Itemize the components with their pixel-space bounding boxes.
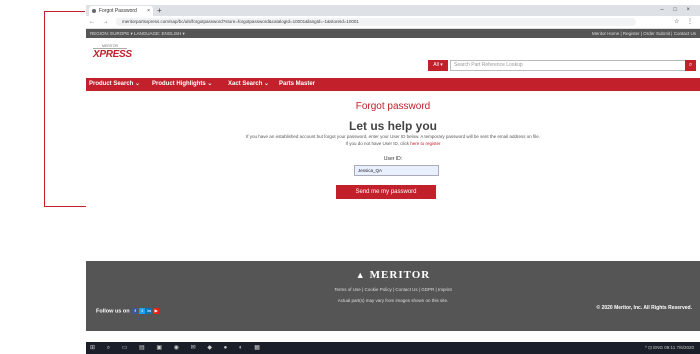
main-nav: Product Search ⌄ Product Highlights ⌄ Xa… [86, 78, 700, 91]
forgot-password-panel: Forgot password Let us help you If you h… [86, 91, 700, 230]
nav-product-highlights[interactable]: Product Highlights ⌄ [152, 78, 212, 91]
top-links[interactable]: Meritor Home | Register | Order Submit |… [592, 29, 696, 38]
youtube-icon[interactable]: ▶ [153, 308, 160, 314]
footer-brand: ▲ MERITOR [86, 269, 700, 281]
window-controls[interactable]: – □ × [660, 5, 694, 16]
search-category-select[interactable]: All ▾ [428, 60, 448, 71]
copyright: © 2020 Meritor, Inc. All Rights Reserved… [596, 305, 692, 311]
logo-main-text: XPRESS [93, 49, 132, 60]
register-hint-text: If you do not have User ID, click [345, 141, 411, 146]
facebook-icon[interactable]: f [132, 308, 139, 314]
search-input[interactable]: Search Part Reference Lookup [450, 60, 688, 71]
linkedin-icon[interactable]: in [146, 308, 153, 314]
new-tab-button[interactable]: + [157, 5, 162, 16]
favicon-icon [92, 9, 96, 13]
browser-tab[interactable]: Forgot Password × [89, 6, 153, 16]
search-bar: All ▾ Search Part Reference Lookup ⌕ [428, 60, 696, 71]
twitter-icon[interactable]: t [139, 308, 146, 314]
footer-links[interactable]: Terms of Use | Cookie Policy | Contact U… [86, 287, 700, 292]
userid-field[interactable]: Jessica_QA [354, 165, 439, 176]
follow-us-text: Follow us on [96, 308, 130, 315]
register-hint: If you do not have User ID, click here t… [86, 141, 700, 146]
region-language-selector[interactable]: REGION: EUROPE ▾ LANGUAGE: ENGLISH ▾ [90, 29, 185, 38]
browser-menu-icons[interactable]: ☆ ⋮ [674, 16, 696, 28]
callout-line-top [44, 11, 85, 12]
callout-line-vertical [44, 11, 45, 207]
send-password-button[interactable]: Send me my password [336, 185, 436, 199]
site-logo[interactable]: MERITOR XPRESS [93, 44, 132, 60]
footer-disclaimer: Actual part(s) may vary from images show… [337, 298, 449, 303]
search-icon[interactable]: ⌕ [685, 60, 696, 71]
browser-titlebar: Forgot Password × + – □ × [86, 5, 700, 16]
os-taskbar: ⊞ ⌕ ▭ ▤ ▣ ◉ ✉ ◆ ● ◐ ▦ ^ ⊡ ENG 09:11 7/6/… [86, 342, 700, 354]
follow-us: Follow us on f t in ▶ [96, 308, 160, 315]
site-footer: ▲ MERITOR Terms of Use | Cookie Policy | … [86, 261, 700, 331]
bull-logo-icon: ▲ [355, 270, 366, 280]
tab-title: Forgot Password [99, 8, 137, 14]
system-tray[interactable]: ^ ⊡ ENG 09:11 7/6/2020 [645, 342, 694, 354]
site-top-strip: REGION: EUROPE ▾ LANGUAGE: ENGLISH ▾ Mer… [86, 29, 700, 38]
page-subtitle: Let us help you [348, 119, 437, 133]
footer-brand-text: MERITOR [369, 269, 431, 281]
url-field[interactable]: meritorpartsxpress.com/sap/bc/ui5/forgot… [116, 18, 636, 26]
nav-xact-search[interactable]: Xact Search ⌄ [228, 78, 269, 91]
site-header: MERITOR XPRESS All ▾ Search Part Referen… [86, 38, 700, 78]
instructions-text: If you have an established account but f… [246, 134, 540, 139]
nav-parts-master[interactable]: Parts Master [279, 78, 315, 91]
register-link[interactable]: here to register [410, 141, 440, 146]
taskbar-app-icons[interactable]: ⊞ ⌕ ▭ ▤ ▣ ◉ ✉ ◆ ● ◐ ▦ [90, 342, 265, 354]
close-tab-icon[interactable]: × [147, 6, 150, 16]
nav-product-search[interactable]: Product Search ⌄ [89, 78, 140, 91]
page-title: Forgot password [355, 101, 431, 112]
address-bar: ← → C ⌂ meritorpartsxpress.com/sap/bc/ui… [86, 16, 700, 29]
browser-window: Forgot Password × + – □ × ← → C ⌂ merito… [86, 5, 700, 342]
userid-label: User ID: [383, 156, 403, 162]
